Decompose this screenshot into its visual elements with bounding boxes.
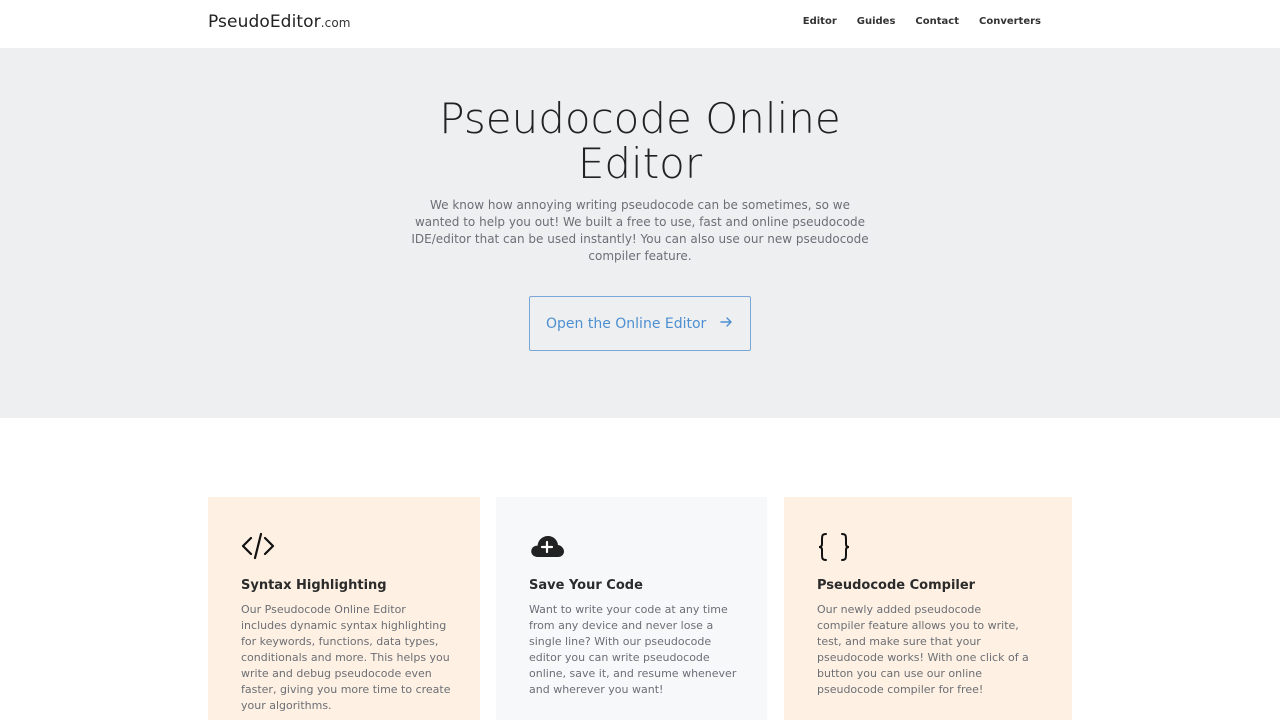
- nav-link-editor[interactable]: Editor: [803, 16, 837, 27]
- feature-text: Our newly added pseudocode compiler feat…: [817, 603, 1029, 696]
- nav-link-converters[interactable]: Converters: [979, 16, 1041, 27]
- navbar: PseudoEditor.com Editor Guides Contact C…: [0, 0, 1280, 48]
- nav-links: Editor Guides Contact Converters: [803, 16, 1041, 27]
- feature-text: Want to write your code at any time from…: [529, 603, 737, 696]
- nav-link-guides[interactable]: Guides: [857, 16, 896, 27]
- feature-card-pseudocode-compiler: Pseudocode Compiler Our newly added pseu…: [784, 497, 1072, 720]
- feature-card-syntax-highlighting: Syntax Highlighting Our Pseudocode Onlin…: [208, 497, 480, 720]
- nav-link-contact[interactable]: Contact: [915, 16, 959, 27]
- arrow-right-icon: [720, 316, 733, 332]
- braces-icon: [817, 531, 853, 563]
- open-editor-button[interactable]: Open the Online Editor: [529, 296, 751, 351]
- hero-title: Pseudocode Online Editor: [439, 94, 841, 188]
- code-icon: [241, 531, 277, 563]
- open-editor-label: Open the Online Editor: [546, 315, 707, 332]
- brand-logo[interactable]: PseudoEditor.com: [208, 12, 351, 32]
- brand-name: PseudoEditor: [208, 12, 321, 32]
- feature-title: Syntax Highlighting: [241, 578, 387, 593]
- feature-title: Pseudocode Compiler: [817, 578, 976, 593]
- feature-title: Save Your Code: [529, 578, 643, 593]
- hero-section: Pseudocode Online Editor We know how ann…: [0, 48, 1280, 418]
- feature-text: Our Pseudocode Online Editor includes dy…: [241, 603, 451, 712]
- brand-suffix: .com: [320, 16, 351, 30]
- hero-description: We know how annoying writing pseudocode …: [411, 198, 869, 263]
- feature-card-save-code: Save Your Code Want to write your code a…: [496, 497, 767, 720]
- cloud-upload-icon: [529, 531, 565, 563]
